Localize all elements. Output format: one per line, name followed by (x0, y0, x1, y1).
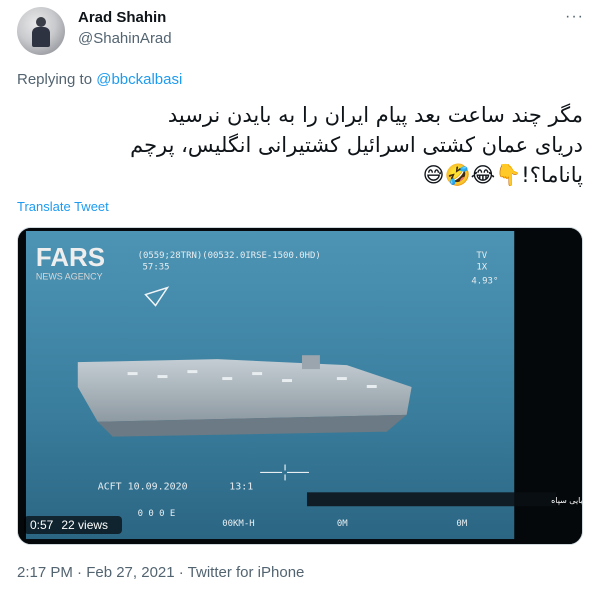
tweet-text-line: مگر چند ساعت بعد پیام ایران را به بایدن … (167, 103, 583, 127)
hud-angle-readout: 4.93° (471, 277, 498, 287)
tweet-text: مگر چند ساعت بعد پیام ایران را به بایدن … (17, 100, 583, 190)
fars-logo-subtitle: NEWS AGENCY (36, 272, 103, 282)
fars-logo: FARS (36, 244, 105, 272)
translate-tweet-link[interactable]: Translate Tweet (17, 199, 109, 214)
hud-bottom-readout-3: 0M (337, 519, 348, 529)
video-player[interactable]: FARS NEWS AGENCY (0559;28TRN)(00532.0IRS… (17, 227, 583, 545)
video-frame: FARS NEWS AGENCY (0559;28TRN)(00532.0IRS… (18, 228, 582, 544)
video-subtitle: زمین بر هواپیما و آمریکا توسط پهپادهای ن… (551, 495, 582, 505)
hud-date-readout: ACFT 10.09.2020 (98, 481, 188, 492)
author-avatar[interactable] (17, 7, 65, 55)
tweet-text-line: دریای عمان کشتی اسرائیل کشتیرانی انگلیس،… (130, 133, 583, 157)
avatar-figure-body (32, 27, 50, 47)
replying-to: Replying to @bbckalbasi (17, 71, 182, 88)
avatar-figure-head (36, 17, 46, 27)
tweet-timestamp[interactable]: 2:17 PM · Feb 27, 2021 · Twitter for iPh… (17, 564, 304, 581)
hud-clock-readout: 13:1 (229, 481, 253, 492)
reply-mention-link[interactable]: @bbckalbasi (96, 71, 182, 88)
hud-top-readout: (0559;28TRN)(00532.0IRSE-1500.0HD) (138, 251, 321, 261)
hud-bottom-readout-1: 0 0 0 E (138, 509, 176, 519)
tweet-metadata[interactable]: 2:17 PM · Feb 27, 2021 · Twitter for iPh… (17, 564, 304, 581)
hud-zoom-label: 1X (476, 263, 487, 273)
hud-tv-label: TV (476, 251, 487, 261)
author-handle[interactable]: @ShahinArad (78, 30, 172, 47)
ellipsis-icon[interactable]: ··· (565, 8, 584, 26)
hud-bottom-readout-4: 0M (456, 519, 467, 529)
author-name[interactable]: Arad Shahin (78, 9, 166, 26)
video-stats-badge: 0:57 22 views (24, 516, 123, 534)
hud-time-readout: 57:35 (143, 263, 170, 273)
replying-to-label: Replying to (17, 71, 97, 88)
video-duration: 0:57 (30, 518, 54, 532)
video-views: 22 views (61, 518, 109, 532)
hud-bottom-readout-2: 00KM-H (222, 519, 254, 529)
tweet-text-line: پاناما؟!👇😂🤣😅 (422, 163, 583, 187)
